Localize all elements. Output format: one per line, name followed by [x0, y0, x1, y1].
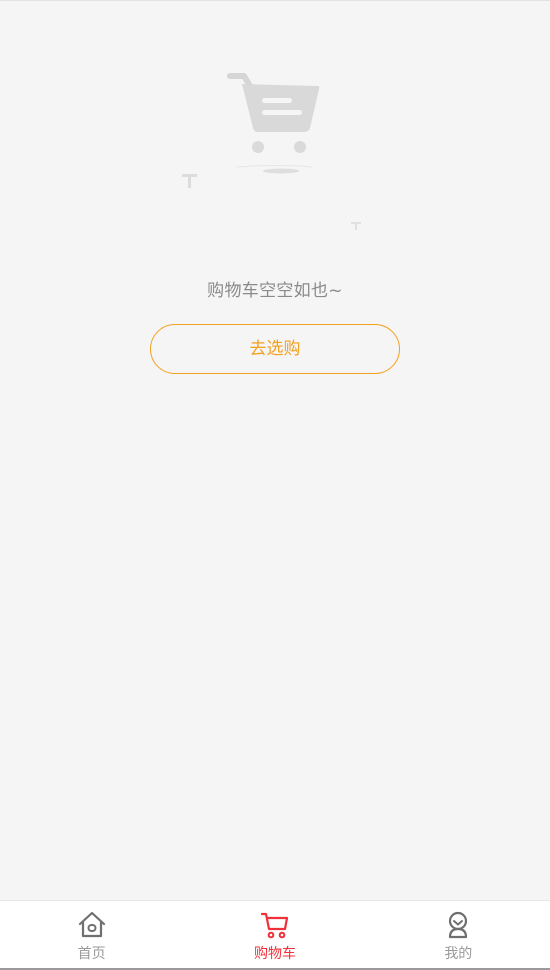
bottom-tab-bar: 首页 购物车 我的 — [0, 900, 550, 969]
tab-cart-label: 购物车 — [253, 946, 296, 962]
profile-icon — [449, 911, 468, 939]
tab-profile[interactable]: 我的 — [367, 901, 550, 969]
go-shopping-button[interactable]: 去选购 — [150, 324, 400, 374]
top-divider — [0, 0, 550, 1]
tab-home[interactable]: 首页 — [0, 901, 183, 969]
tab-profile-label: 我的 — [444, 946, 473, 962]
home-icon — [78, 911, 105, 938]
tab-cart[interactable]: 购物车 — [183, 901, 366, 969]
cart-icon — [260, 912, 289, 939]
empty-cart-message: 购物车空空如也~ — [207, 281, 343, 301]
empty-cart-illustration-icon — [182, 73, 361, 230]
tab-home-label: 首页 — [77, 946, 106, 962]
